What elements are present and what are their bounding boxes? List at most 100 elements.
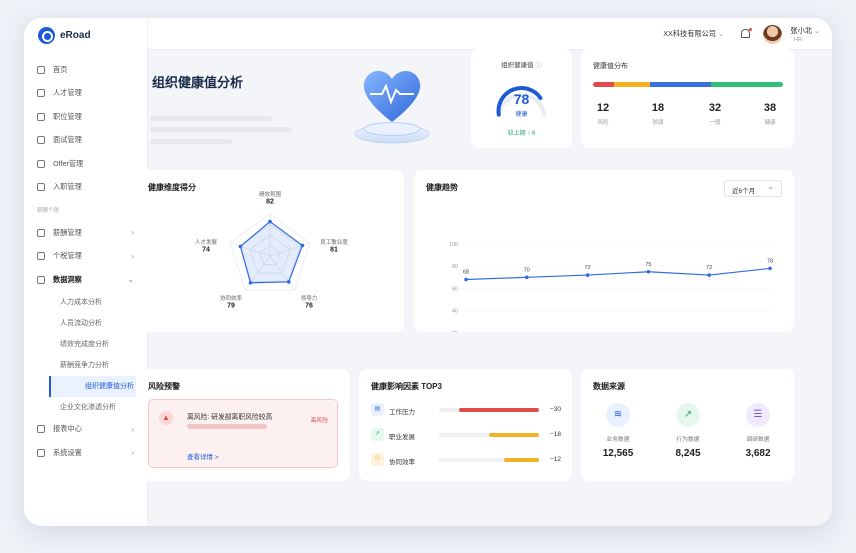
health-score-label-text: 组织健康值 — [501, 62, 534, 69]
data-label: 75 — [645, 262, 651, 268]
dist-label: 较弱 — [652, 120, 664, 126]
placeholder-line — [150, 116, 272, 121]
team-icon: ⚇ — [371, 453, 384, 466]
factor-fill — [459, 408, 539, 412]
factors-title: 健康影响因素 TOP3 — [371, 382, 442, 391]
logo[interactable]: eRoad — [38, 27, 91, 44]
trend-point — [646, 269, 651, 274]
sidebar-item-label: 系统设置 — [53, 447, 82, 457]
chevron-down-icon: ⌄ — [813, 26, 820, 35]
document-icon — [37, 136, 45, 145]
sidebar: eRoad 首页 人才管理 职位管理 面试管理 Offer管理 入职管理 薪酬个… — [24, 18, 148, 526]
add-user-icon — [37, 183, 45, 192]
dist-label: 风险 — [597, 120, 609, 126]
source-value: 3,682 — [745, 448, 771, 459]
trend-card: 健康趋势 近6个月 0204060801001月2月3月4月5月6月687072… — [414, 170, 794, 332]
factor-track — [439, 458, 539, 462]
radar-value-label: 82 — [266, 199, 274, 206]
sidebar-item-label: 首页 — [53, 64, 68, 74]
bell-icon[interactable] — [741, 28, 752, 38]
sidebar-subitem-turnover[interactable]: 人员流动分析 — [24, 313, 148, 334]
dist-weak: 18 较弱 — [638, 102, 678, 126]
dist-label: 健康 — [764, 120, 776, 126]
sidebar-item-label: 个税管理 — [53, 251, 82, 261]
health-status: 健康 — [515, 112, 528, 118]
radar-axis-label: 协同效率 — [220, 294, 243, 302]
sidebar-item-talent[interactable]: 人才管理 — [24, 82, 148, 106]
radar-point — [300, 243, 305, 248]
trend-line — [465, 267, 771, 281]
sidebar-item-label: 薪酬管理 — [53, 227, 82, 237]
sidebar-item-offers[interactable]: Offer管理 — [24, 152, 148, 176]
sidebar-item-positions[interactable]: 职位管理 — [24, 105, 148, 129]
sidebar-item-tax[interactable]: 个税管理 › — [24, 245, 148, 269]
risk-title: 风险预警 — [148, 382, 180, 391]
sidebar-subitem-cost[interactable]: 人力成本分析 — [24, 292, 148, 313]
y-tick-label: 100 — [449, 242, 458, 248]
sidebar-item-payroll[interactable]: 薪酬管理 › — [24, 221, 148, 245]
info-icon[interactable]: ⓘ — [535, 62, 542, 69]
distribution-title: 健康值分布 — [593, 63, 628, 70]
radar-point — [248, 281, 253, 285]
sidebar-item-label: 入职管理 — [53, 182, 82, 192]
sidebar-item-reports[interactable]: 报表中心 › — [24, 418, 148, 442]
source-title: 数据来源 — [593, 382, 625, 391]
company-selector[interactable]: XX科技有限公司 ⌄ — [663, 29, 724, 39]
sidebar-item-settings[interactable]: 系统设置 › — [24, 441, 148, 465]
trend-point — [464, 277, 468, 282]
sidebar-subitem-culture[interactable]: 企业文化渗透分析 — [24, 397, 148, 418]
factor-value: −12 — [549, 456, 561, 463]
sidebar-subitem-health[interactable]: 组织健康值分析 — [49, 375, 138, 397]
health-score-label: 组织健康值 ⓘ — [471, 59, 572, 69]
gear-icon — [37, 448, 45, 457]
chevron-right-icon: › — [131, 228, 134, 238]
sidebar-subitem-performance[interactable]: 绩效完成度分析 — [24, 334, 148, 355]
source-value: 8,245 — [675, 448, 701, 459]
dist-value: 38 — [763, 102, 777, 114]
chevron-down-icon: ⌄ — [127, 275, 134, 285]
dist-value: 32 — [708, 102, 722, 114]
radar-chart: 绩效氛围82 员工敬业度81 领导力76 协同效率79 人才发展74 — [195, 190, 348, 310]
risk-text: 离风险: 研发部离职风险较高 — [187, 414, 273, 421]
dist-value: 12 — [596, 102, 610, 114]
radar-card: 健康维度得分 绩效氛围 82 员工敬业度 81 领导力 76 协同效率 79 人才发展 74 — [136, 170, 404, 332]
factor-row: ▤ 工作压力 −30 — [371, 403, 561, 417]
sidebar-item-home[interactable]: 首页 — [24, 58, 148, 82]
sidebar-item-insights[interactable]: 数据洞察 ⌄ — [24, 268, 148, 292]
data-label: 70 — [524, 267, 530, 273]
factor-row: ↗ 职业发展 −18 — [371, 428, 561, 442]
home-icon — [37, 65, 45, 74]
sidebar-item-onboarding[interactable]: 入职管理 — [24, 176, 148, 200]
radar-value-label: 81 — [330, 247, 338, 254]
trend-point — [525, 275, 529, 280]
sidebar-item-interviews[interactable]: 面试管理 — [24, 129, 148, 153]
sidebar-subitem-compensation[interactable]: 薪酬竞争力分析 — [24, 355, 148, 376]
distribution-bar — [593, 82, 783, 87]
avatar[interactable] — [763, 25, 782, 44]
dist-value: 18 — [651, 102, 665, 114]
radar-value-label: 79 — [227, 303, 235, 310]
growth-icon: ↗ — [371, 428, 384, 441]
factor-fill — [504, 458, 539, 462]
database-icon: ≋ — [606, 403, 630, 427]
chevron-right-icon: › — [131, 424, 134, 434]
source-label: 行为数据 — [676, 437, 700, 443]
data-label: 72 — [706, 265, 712, 271]
source-label: 调研数据 — [746, 437, 770, 443]
source-survey: ☰ 调研数据 3,682 — [731, 403, 785, 459]
radar-value-label: 76 — [305, 303, 313, 310]
radar-point — [286, 280, 291, 284]
nav-menu: 首页 人才管理 职位管理 面试管理 Offer管理 入职管理 薪酬个税 薪酬管理… — [24, 58, 148, 465]
source-label: 业务数据 — [606, 437, 630, 443]
data-label: 68 — [463, 270, 469, 276]
factor-label: 工作压力 — [389, 409, 415, 416]
view-details-link[interactable]: 查看详情 > — [187, 451, 219, 461]
user-name[interactable]: 张小北 ⌄ — [790, 26, 820, 36]
distribution-segment — [613, 82, 650, 87]
page-title: 组织健康值分析 — [152, 75, 244, 90]
people-icon — [37, 89, 45, 98]
y-tick-label: 40 — [452, 309, 458, 315]
placeholder-line — [150, 139, 232, 144]
health-distribution-card: 健康值分布 12 风险 18 较弱 32 一般 38 健康 — [581, 49, 794, 148]
distribution-segment — [649, 82, 711, 87]
